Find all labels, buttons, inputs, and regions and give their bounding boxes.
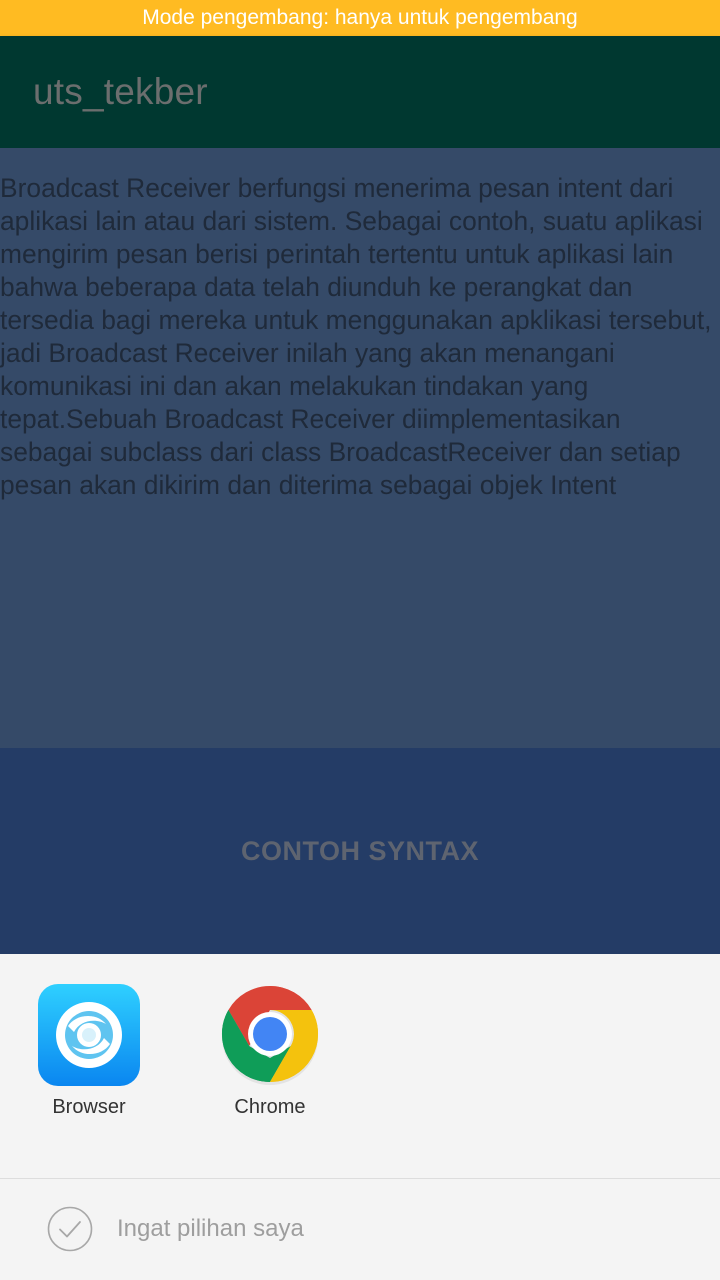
app-chooser-sheet: Browser Chrome Ingat pilihan saya xyxy=(0,954,720,1280)
app-title: uts_tekber xyxy=(33,71,208,112)
remember-choice-checkbox[interactable]: Ingat pilihan saya xyxy=(47,1206,304,1252)
developer-mode-text: Mode pengembang: hanya untuk pengembang xyxy=(142,6,578,29)
browser-icon xyxy=(38,984,140,1086)
contoh-syntax-button-label: CONTOH SYNTAX xyxy=(240,835,480,866)
app-label-chrome: Chrome xyxy=(234,1096,306,1118)
app-option-chrome[interactable]: Chrome xyxy=(200,984,340,1124)
chrome-icon xyxy=(219,984,321,1086)
developer-mode-banner: Mode pengembang: hanya untuk pengembang xyxy=(0,0,720,36)
body-text: Broadcast Receiver berfungsi menerima pe… xyxy=(0,173,712,500)
app-option-browser[interactable]: Browser xyxy=(19,984,159,1124)
contoh-syntax-button[interactable]: CONTOH SYNTAX xyxy=(0,748,720,954)
remember-choice-label: Ingat pilihan saya xyxy=(117,1215,304,1242)
content-area: Broadcast Receiver berfungsi menerima pe… xyxy=(0,148,720,748)
check-circle-icon xyxy=(47,1206,93,1252)
divider xyxy=(0,1178,720,1179)
app-bar: uts_tekber xyxy=(0,36,720,148)
app-label-browser: Browser xyxy=(52,1096,126,1118)
